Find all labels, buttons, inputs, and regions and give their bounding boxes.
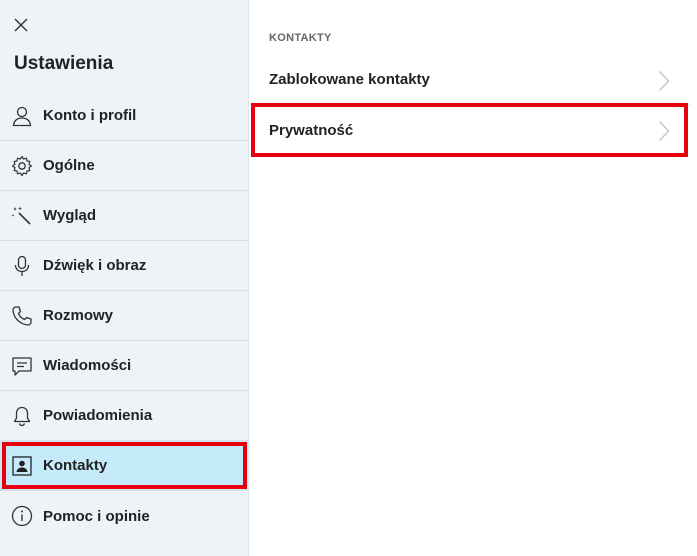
settings-sidebar: Ustawienia Konto i profil Ogólne Wygląd …	[0, 0, 249, 556]
gear-icon	[10, 154, 34, 178]
contacts-icon	[10, 454, 34, 478]
sidebar-item-label: Rozmowy	[43, 307, 114, 324]
sidebar-item-label: Pomoc i opinie	[43, 507, 150, 525]
person-icon	[10, 104, 34, 128]
sidebar-item-contacts[interactable]: Kontakty	[0, 441, 249, 491]
section-heading: KONTAKTY	[269, 32, 332, 44]
sidebar-item-notifications[interactable]: Powiadomienia	[0, 391, 249, 441]
sidebar-item-audio-video[interactable]: Dźwięk i obraz	[0, 241, 249, 291]
sidebar-item-label: Wygląd	[43, 207, 97, 224]
settings-content: KONTAKTY Zablokowane kontakty Prywatność	[250, 0, 697, 556]
close-button[interactable]	[8, 12, 34, 38]
message-icon	[10, 354, 34, 378]
sidebar-item-label: Ogólne	[43, 157, 95, 174]
privacy-row[interactable]: Prywatność	[250, 103, 690, 157]
row-label: Prywatność	[269, 121, 354, 139]
magic-wand-icon	[10, 204, 34, 228]
phone-icon	[10, 304, 34, 328]
row-label: Zablokowane kontakty	[269, 71, 430, 88]
sidebar-item-label: Kontakty	[43, 457, 108, 474]
sidebar-item-general[interactable]: Ogólne	[0, 141, 249, 191]
sidebar-item-messaging[interactable]: Wiadomości	[0, 341, 249, 391]
bell-icon	[10, 404, 34, 428]
settings-nav: Konto i profil Ogólne Wygląd Dźwięk i ob…	[0, 91, 249, 541]
sidebar-item-label: Powiadomienia	[43, 407, 153, 424]
microphone-icon	[10, 254, 34, 278]
sidebar-item-label: Dźwięk i obraz	[43, 257, 147, 274]
chevron-right-icon	[658, 120, 670, 147]
chevron-right-icon	[658, 70, 670, 97]
page-title: Ustawienia	[14, 53, 114, 74]
close-icon	[14, 18, 28, 32]
blocked-contacts-row[interactable]: Zablokowane kontakty	[250, 55, 690, 105]
sidebar-item-account[interactable]: Konto i profil	[0, 91, 249, 141]
sidebar-item-appearance[interactable]: Wygląd	[0, 191, 249, 241]
info-icon	[10, 504, 34, 528]
sidebar-item-help-feedback[interactable]: Pomoc i opinie	[0, 491, 249, 541]
sidebar-item-label: Konto i profil	[43, 107, 137, 124]
sidebar-item-calls[interactable]: Rozmowy	[0, 291, 249, 341]
sidebar-item-label: Wiadomości	[43, 357, 132, 374]
